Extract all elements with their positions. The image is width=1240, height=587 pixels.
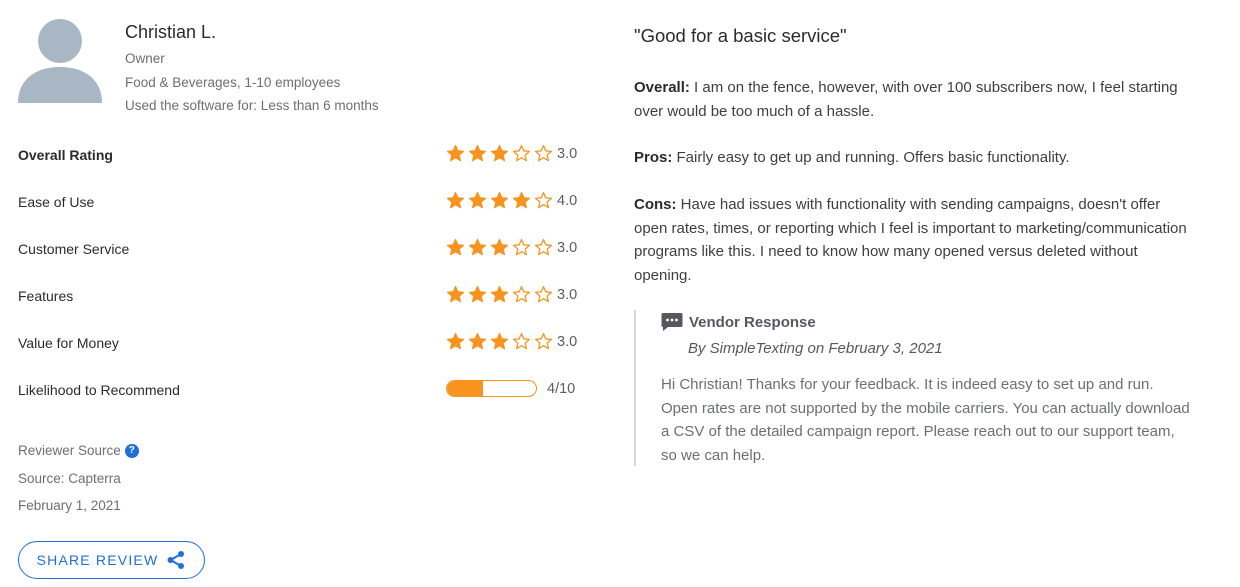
star-rating [446,191,553,210]
star-rating [446,332,553,351]
reviewer-role: Owner [125,51,165,66]
chat-bubble-icon [661,313,683,331]
vendor-response-byline: By SimpleTexting on February 3, 2021 [688,340,943,357]
star-filled-icon [490,144,509,162]
rating-row-features: Features 3.0 [18,284,580,308]
vendor-response-text: Hi Christian! Thanks for your feedback. … [661,376,1190,464]
rating-value: 3.0 [557,240,578,256]
star-empty-icon [534,332,553,350]
star-filled-icon [468,332,487,350]
reviewer-company: Food & Beverages, 1-10 employees [125,75,341,90]
likelihood-bar [446,380,537,397]
star-filled-icon [490,332,509,350]
star-filled-icon [446,285,465,303]
rating-row-ease-of-use: Ease of Use 4.0 [18,190,580,214]
cons-text: Have had issues with functionality with … [634,196,1187,284]
rating-value: 3.0 [557,334,578,350]
star-filled-icon [446,238,465,256]
pros-text: Fairly easy to get up and running. Offer… [676,149,1070,166]
reviewer-source: Reviewer Source ? [18,443,139,458]
rating-row-likelihood: Likelihood to Recommend 4/10 [18,378,580,402]
avatar [18,19,102,103]
star-empty-icon [534,285,553,303]
star-filled-icon [468,144,487,162]
star-empty-icon [512,285,531,303]
source-name: Source: Capterra [18,471,121,486]
rating-label: Customer Service [18,241,130,257]
star-filled-icon [446,332,465,350]
share-review-button[interactable]: SHARE REVIEW [18,541,205,579]
star-filled-icon [468,238,487,256]
star-filled-icon [446,191,465,209]
star-filled-icon [512,191,531,209]
rating-label: Ease of Use [18,194,95,210]
likelihood-value: 4/10 [547,381,576,397]
rating-value: 3.0 [557,287,578,303]
pros-label: Pros: [634,149,673,166]
star-empty-icon [534,238,553,256]
reviewer-name: Christian L. [125,22,217,42]
rating-row-overall: Overall Rating 3.0 [18,143,580,167]
rating-label: Likelihood to Recommend [18,382,180,398]
rating-label: Overall Rating [18,147,113,163]
rating-value: 4.0 [557,193,578,209]
share-icon [167,551,185,569]
star-filled-icon [490,191,509,209]
review-title: "Good for a basic service" [634,25,847,46]
share-review-label: SHARE REVIEW [36,552,159,568]
overall-text: I am on the fence, however, with over 10… [634,79,1178,120]
overall-label: Overall: [634,79,690,96]
rating-row-value-for-money: Value for Money 3.0 [18,331,580,355]
star-empty-icon [534,191,553,209]
star-empty-icon [512,332,531,350]
star-rating [446,285,553,304]
star-empty-icon [512,238,531,256]
rating-label: Features [18,288,74,304]
likelihood-fill [447,381,483,396]
rating-row-customer-service: Customer Service 3.0 [18,237,580,261]
rating-value: 3.0 [557,146,578,162]
star-rating [446,144,553,163]
star-empty-icon [512,144,531,162]
star-filled-icon [468,191,487,209]
star-filled-icon [490,285,509,303]
review-pros: Pros: Fairly easy to get up and running.… [634,146,1194,170]
star-filled-icon [468,285,487,303]
vendor-response-title: Vendor Response [689,313,816,331]
star-filled-icon [446,144,465,162]
rating-label: Value for Money [18,335,119,351]
vendor-response: Vendor Response By SimpleTexting on Febr… [634,310,1194,466]
star-empty-icon [534,144,553,162]
question-circle-icon[interactable]: ? [124,443,139,458]
star-filled-icon [490,238,509,256]
review-cons: Cons: Have had issues with functionality… [634,193,1194,287]
review-overall: Overall: I am on the fence, however, wit… [634,76,1194,123]
star-rating [446,238,553,257]
review-date: February 1, 2021 [18,498,121,513]
cons-label: Cons: [634,196,677,213]
vendor-response-heading: Vendor Response [661,312,816,332]
reviewer-source-label: Reviewer Source [18,443,121,458]
reviewer-usage: Used the software for: Less than 6 month… [125,98,379,113]
